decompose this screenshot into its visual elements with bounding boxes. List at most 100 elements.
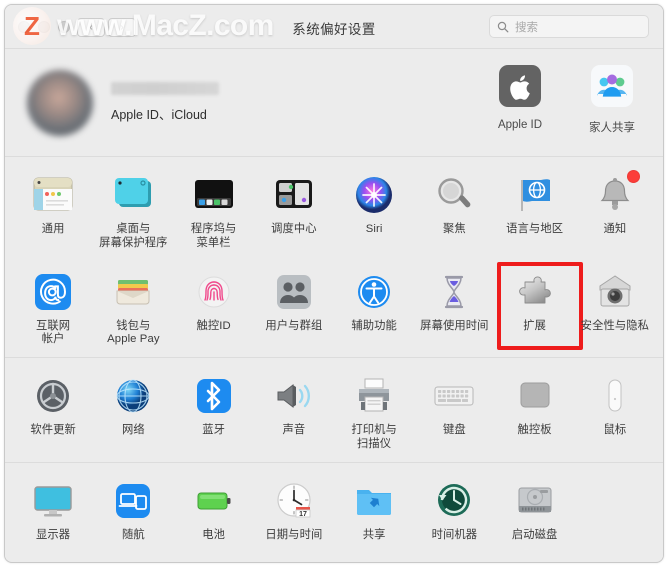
accessibility-icon [351, 269, 397, 315]
mission-control-icon [271, 172, 317, 218]
pane-label: 鼠标 [603, 424, 627, 437]
pane-apple-id[interactable]: Apple ID [483, 63, 557, 135]
pane-sidecar[interactable]: 随航 [94, 472, 172, 547]
section-hardware: 软件更新 网络 蓝牙 声音 打印机与 扫描仪 键盘 触控板 鼠标 [5, 358, 663, 463]
pane-label: 随航 [121, 528, 145, 541]
family-sharing-icon [591, 65, 633, 107]
siri-icon [351, 172, 397, 218]
printers-scanners-icon [351, 373, 397, 419]
search-icon [497, 21, 509, 32]
pane-date-time[interactable]: 17 日期与时间 [255, 472, 333, 547]
pane-touch-id[interactable]: 触控ID [175, 263, 253, 352]
pane-row: 显示器 随航 电池 17 日期与时间 共享 时间机器 启动磁盘 [5, 472, 663, 547]
pane-screen-time[interactable]: 屏幕使用时间 [415, 263, 493, 352]
displays-icon [30, 478, 76, 524]
pane-extensions[interactable]: 扩展 [496, 261, 583, 352]
sidecar-icon [110, 478, 156, 524]
pane-label: 语言与地区 [506, 223, 564, 235]
pane-label: 时间机器 [431, 528, 478, 541]
pane-label: 钱包与 Apple Pay [107, 319, 160, 346]
pane-label: 触控板 [517, 424, 552, 437]
pane-software-update[interactable]: 软件更新 [14, 367, 92, 456]
pane-row: 互联网 帐户 钱包与 Apple Pay 触控ID 用户与群组 辅助功能 屏幕使… [5, 261, 663, 352]
account-subtitle: Apple ID、iCloud [111, 108, 207, 122]
search-placeholder: 搜索 [515, 21, 538, 34]
pane-printers-scanners[interactable]: 打印机与 扫描仪 [335, 367, 413, 456]
pane-label: 通用 [41, 223, 65, 235]
pane-wallet-applepay[interactable]: 钱包与 Apple Pay [94, 263, 172, 352]
pane-accessibility[interactable]: 辅助功能 [335, 263, 413, 352]
pane-row: 通用 桌面与 屏幕保护程序 程序坞与 菜单栏 调度中心 Siri 聚焦 语言与地… [5, 166, 663, 255]
keyboard-icon [431, 373, 477, 419]
users-groups-icon [271, 269, 317, 315]
pane-sharing[interactable]: 共享 [335, 472, 413, 547]
sound-icon [271, 373, 317, 419]
pane-time-machine[interactable]: 时间机器 [415, 472, 493, 547]
pane-label: 辅助功能 [351, 319, 397, 332]
pane-label: 聚焦 [442, 223, 466, 235]
wallet-applepay-icon [110, 269, 156, 315]
pane-label: 打印机与 扫描仪 [351, 424, 397, 450]
internet-accounts-icon [30, 269, 76, 315]
pane-notifications[interactable]: 通知 [576, 166, 654, 255]
pane-internet-accounts[interactable]: 互联网 帐户 [14, 263, 92, 352]
desktop-screensaver-icon [110, 172, 156, 218]
account-name [111, 82, 219, 95]
pane-label: 扩展 [523, 319, 547, 332]
pane-label: 电池 [202, 528, 226, 541]
pane-desktop-screensaver[interactable]: 桌面与 屏幕保护程序 [94, 166, 172, 255]
extensions-icon [512, 269, 558, 315]
spotlight-icon [431, 172, 477, 218]
pane-security-privacy[interactable]: 安全性与隐私 [576, 263, 654, 352]
pane-displays[interactable]: 显示器 [14, 472, 92, 547]
pane-bluetooth[interactable]: 蓝牙 [175, 367, 253, 456]
pane-label: 键盘 [442, 424, 466, 437]
pane-trackpad[interactable]: 触控板 [496, 367, 574, 456]
pane-spotlight[interactable]: 聚焦 [415, 166, 493, 255]
user-avatar[interactable] [27, 69, 93, 136]
pane-family-sharing[interactable]: 家人共享 [575, 63, 649, 135]
pane-dock-menubar[interactable]: 程序坞与 菜单栏 [175, 166, 253, 255]
pane-keyboard[interactable]: 键盘 [415, 367, 493, 456]
pane-label: 启动磁盘 [511, 528, 558, 541]
notification-badge [627, 170, 640, 183]
battery-icon [191, 478, 237, 524]
pane-label: 程序坞与 菜单栏 [190, 223, 237, 249]
touch-id-icon [191, 269, 237, 315]
pane-label: 通知 [603, 223, 627, 235]
dock-menubar-icon [191, 172, 237, 218]
pane-network[interactable]: 网络 [94, 367, 172, 456]
pane-users-groups[interactable]: 用户与群组 [255, 263, 333, 352]
pane-startup-disk[interactable]: 启动磁盘 [496, 472, 574, 547]
pane-label: 网络 [121, 424, 145, 437]
pane-mouse[interactable]: 鼠标 [576, 367, 654, 456]
pane-label: 屏幕使用时间 [420, 319, 489, 332]
apple-logo-icon [499, 65, 541, 107]
language-region-icon [512, 172, 558, 218]
pane-row: 软件更新 网络 蓝牙 声音 打印机与 扫描仪 键盘 触控板 鼠标 [5, 367, 663, 456]
calendar-day: 17 [299, 511, 307, 518]
pane-label: 调度中心 [271, 223, 317, 235]
time-machine-icon [431, 478, 477, 524]
pane-label: 触控ID [196, 319, 231, 332]
startup-disk-icon [512, 478, 558, 524]
pane-label: 声音 [282, 424, 306, 437]
pane-mission-control[interactable]: 调度中心 [255, 166, 333, 255]
apple-id-section: Apple ID、iCloud Apple ID 家人共享 [5, 49, 663, 157]
pane-label: 桌面与 屏幕保护程序 [99, 223, 168, 249]
date-time-icon: 17 [271, 478, 317, 524]
pane-siri[interactable]: Siri [335, 166, 413, 255]
pane-label: 显示器 [36, 528, 71, 541]
search-field[interactable]: 搜索 [489, 15, 649, 38]
bluetooth-icon [191, 373, 237, 419]
pane-general[interactable]: 通用 [14, 166, 92, 255]
trackpad-icon [512, 373, 558, 419]
section-personal: 通用 桌面与 屏幕保护程序 程序坞与 菜单栏 调度中心 Siri 聚焦 语言与地… [5, 157, 663, 359]
pane-language-region[interactable]: 语言与地区 [496, 166, 574, 255]
pane-label: 互联网 帐户 [36, 319, 71, 346]
network-icon [110, 373, 156, 419]
pane-sound[interactable]: 声音 [255, 367, 333, 456]
screen-time-icon [431, 269, 477, 315]
pane-battery[interactable]: 电池 [175, 472, 253, 547]
account-panes: Apple ID 家人共享 [483, 63, 649, 135]
